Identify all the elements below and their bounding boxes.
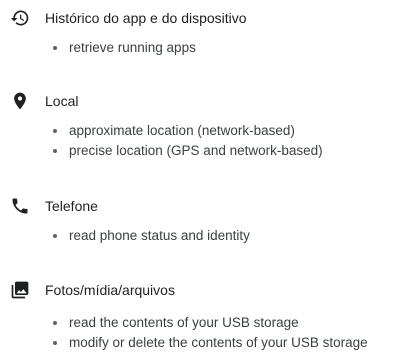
permission-item-text: modify or delete the contents of your US… [69, 335, 368, 350]
phone-icon [12, 198, 28, 214]
bullet [53, 341, 57, 345]
bullet [53, 234, 57, 238]
permission-group-title: Local [45, 93, 79, 109]
permission-item-text: read phone status and identity [69, 228, 250, 243]
permission-item-text: read the contents of your USB storage [69, 315, 299, 330]
permission-item: modify or delete the contents of your US… [0, 333, 416, 353]
permission-item: approximate location (network-based) [0, 121, 416, 141]
bullet [53, 149, 57, 153]
bullet [53, 46, 57, 50]
permission-group-title: Histórico do app e do dispositivo [45, 10, 247, 26]
permissions-list: Histórico do app e do dispositivo retrie… [0, 0, 416, 354]
bullet [53, 129, 57, 133]
permission-items: approximate location (network-based) pre… [0, 121, 416, 161]
permission-items: read phone status and identity [0, 226, 416, 246]
permission-item: read the contents of your USB storage [0, 313, 416, 333]
permission-item-text: precise location (GPS and network-based) [69, 143, 323, 158]
permission-group-phone: Telefone read phone status and identity [0, 194, 416, 243]
permission-group-photos-media-files: Fotos/mídia/arquivos read the contents o… [0, 278, 416, 350]
permission-item: read phone status and identity [0, 226, 416, 246]
permission-items: retrieve running apps [0, 38, 416, 58]
permission-group-app-history: Histórico do app e do dispositivo retrie… [0, 6, 416, 55]
permission-group-header: Telefone [0, 194, 416, 218]
permission-group-title: Telefone [45, 198, 98, 214]
permission-group-title: Fotos/mídia/arquivos [45, 282, 175, 298]
bullet [53, 321, 57, 325]
history-icon [10, 10, 29, 26]
photo-media-icon [11, 281, 29, 299]
permission-group-header: Fotos/mídia/arquivos [0, 278, 416, 302]
location-pin-icon [14, 92, 26, 110]
permission-group-header: Local [0, 89, 416, 113]
permission-group-location: Local approximate location (network-base… [0, 89, 416, 158]
permission-item: precise location (GPS and network-based) [0, 141, 416, 161]
permission-items: read the contents of your USB storage mo… [0, 313, 416, 353]
permission-group-header: Histórico do app e do dispositivo [0, 6, 416, 30]
permission-item: retrieve running apps [0, 38, 416, 58]
permission-item-text: retrieve running apps [69, 40, 196, 55]
permission-item-text: approximate location (network-based) [69, 123, 295, 138]
